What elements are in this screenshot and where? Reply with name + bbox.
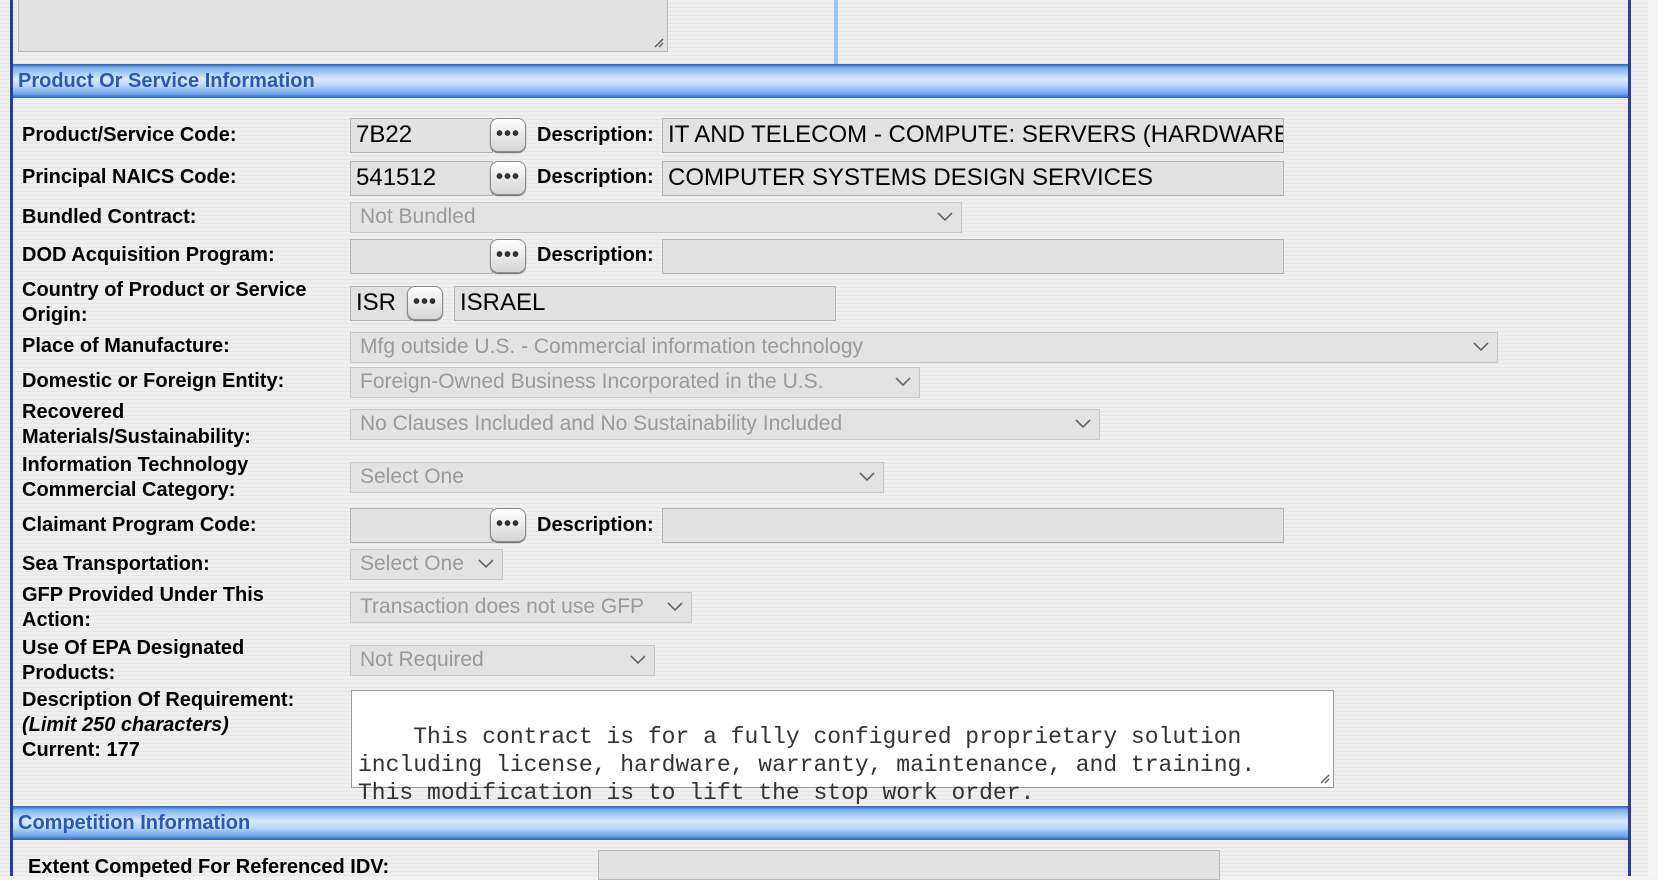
- chevron-down-icon: [667, 602, 683, 612]
- sea-label: Sea Transportation:: [22, 553, 210, 575]
- psc-lookup-button[interactable]: •••: [490, 118, 526, 152]
- itcat-label-line1: Information Technology: [22, 454, 249, 476]
- recovered-select[interactable]: No Clauses Included and No Sustainabilit…: [350, 409, 1100, 440]
- itcat-select[interactable]: Select One: [350, 462, 884, 493]
- requirement-limit: (Limit 250 characters): [22, 713, 294, 738]
- section-header-product: Product Or Service Information: [13, 64, 1628, 98]
- recovered-select-value: No Clauses Included and No Sustainabilit…: [360, 412, 843, 435]
- bundled-select-value: Not Bundled: [360, 205, 476, 228]
- psc-description-field[interactable]: IT AND TELECOM - COMPUTE: SERVERS (HARDW…: [662, 118, 1284, 153]
- country-code-input[interactable]: ISR: [350, 286, 411, 321]
- chevron-down-icon: [630, 655, 646, 665]
- dod-input[interactable]: [350, 239, 493, 274]
- recovered-label: Recovered Materials/Sustainability:: [22, 400, 251, 450]
- dod-label: DOD Acquisition Program:: [22, 244, 275, 266]
- itcat-label-line2: Commercial Category:: [22, 479, 236, 501]
- claimant-label: Claimant Program Code:: [22, 514, 257, 536]
- claimant-lookup-button[interactable]: •••: [490, 508, 526, 542]
- entity-label: Domestic or Foreign Entity:: [22, 370, 285, 392]
- epa-label: Use Of EPA Designated Products:: [22, 636, 244, 686]
- chevron-down-icon: [1473, 342, 1489, 352]
- chevron-down-icon: [1075, 419, 1091, 429]
- form-page: Product Or Service Information Product/S…: [0, 0, 1658, 880]
- epa-select[interactable]: Not Required: [350, 645, 655, 676]
- claimant-description-field[interactable]: [662, 508, 1284, 543]
- epa-select-value: Not Required: [360, 648, 484, 671]
- naics-lookup-button[interactable]: •••: [490, 161, 526, 195]
- ellipsis-lookup-icon: •••: [412, 291, 437, 313]
- frame-margin: [1648, 0, 1658, 876]
- naics-input[interactable]: 541512: [350, 161, 493, 196]
- section-header-competition: Competition Information: [13, 806, 1628, 840]
- chevron-down-icon: [859, 472, 875, 482]
- country-label: Country of Product or Service Origin:: [22, 278, 307, 328]
- chevron-down-icon: [937, 212, 953, 222]
- requirement-current-count: Current: 177: [22, 739, 140, 761]
- ellipsis-lookup-icon: •••: [495, 166, 520, 188]
- gfp-label-line2: Action:: [22, 609, 91, 631]
- sea-select[interactable]: Select One: [350, 549, 503, 580]
- requirement-textarea[interactable]: This contract is for a fully configured …: [351, 690, 1334, 806]
- psc-description-label: Description:: [537, 124, 654, 146]
- ellipsis-lookup-icon: •••: [495, 123, 520, 145]
- gfp-select[interactable]: Transaction does not use GFP: [350, 592, 692, 623]
- gfp-select-value: Transaction does not use GFP: [360, 595, 645, 618]
- itcat-label: Information Technology Commercial Catego…: [22, 453, 248, 503]
- bundled-label: Bundled Contract:: [22, 206, 197, 228]
- previous-textarea[interactable]: [18, 0, 668, 52]
- recovered-label-line1: Recovered: [22, 401, 125, 423]
- gfp-label: GFP Provided Under This Action:: [22, 583, 264, 633]
- requirement-text: This contract is for a fully configured …: [358, 724, 1256, 806]
- itcat-select-value: Select One: [360, 465, 464, 488]
- resize-grip-icon[interactable]: [1318, 772, 1330, 784]
- country-label-line1: Country of Product or Service: [22, 279, 307, 301]
- requirement-label: Description Of Requirement:: [22, 689, 295, 711]
- manufacture-label: Place of Manufacture:: [22, 335, 230, 357]
- chevron-down-icon: [478, 559, 494, 569]
- entity-select[interactable]: Foreign-Owned Business Incorporated in t…: [350, 367, 920, 398]
- epa-label-line1: Use Of EPA Designated: [22, 637, 245, 659]
- claimant-description-label: Description:: [537, 514, 654, 536]
- frame-right-border: [1628, 0, 1631, 876]
- manufacture-select[interactable]: Mfg outside U.S. - Commercial informatio…: [350, 332, 1498, 363]
- dod-lookup-button[interactable]: •••: [490, 239, 526, 273]
- manufacture-select-value: Mfg outside U.S. - Commercial informatio…: [360, 335, 864, 358]
- naics-label: Principal NAICS Code:: [22, 166, 237, 188]
- claimant-input[interactable]: [350, 508, 493, 543]
- psc-input[interactable]: 7B22: [350, 118, 493, 153]
- country-name-field[interactable]: ISRAEL: [454, 286, 836, 321]
- column-divider: [834, 0, 838, 64]
- recovered-label-line2: Materials/Sustainability:: [22, 426, 251, 448]
- frame-left-border: [10, 0, 13, 876]
- chevron-down-icon: [895, 377, 911, 387]
- naics-description-field[interactable]: COMPUTER SYSTEMS DESIGN SERVICES: [662, 161, 1284, 196]
- ellipsis-lookup-icon: •••: [495, 244, 520, 266]
- requirement-limit-text: (Limit 250 characters): [22, 714, 229, 736]
- naics-description-label: Description:: [537, 166, 654, 188]
- resize-grip-icon[interactable]: [652, 36, 664, 48]
- gfp-label-line1: GFP Provided Under This: [22, 584, 264, 606]
- competed-label: Extent Competed For Referenced IDV:: [28, 856, 390, 878]
- entity-select-value: Foreign-Owned Business Incorporated in t…: [360, 370, 824, 393]
- dod-description-field[interactable]: [662, 239, 1284, 274]
- epa-label-line2: Products:: [22, 662, 116, 684]
- requirement-label-block: Description Of Requirement: (Limit 250 c…: [22, 688, 294, 763]
- bundled-select[interactable]: Not Bundled: [350, 202, 962, 233]
- country-label-line2: Origin:: [22, 304, 88, 326]
- psc-label: Product/Service Code:: [22, 124, 237, 146]
- ellipsis-lookup-icon: •••: [495, 513, 520, 535]
- dod-description-label: Description:: [537, 244, 654, 266]
- sea-select-value: Select One: [360, 552, 464, 575]
- country-lookup-button[interactable]: •••: [407, 286, 443, 320]
